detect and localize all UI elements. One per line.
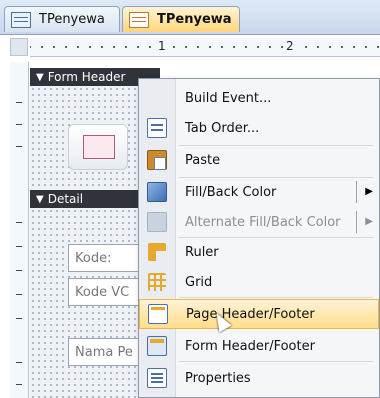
menu-item-label: Grid — [185, 274, 213, 290]
paste-icon — [147, 150, 167, 170]
menu-item-fill-back-color[interactable]: Fill/Back Color ▶ — [139, 177, 379, 207]
submenu-arrow-icon: ▶ — [365, 186, 373, 197]
document-tab-bar: TPenyewa TPenyewa — [0, 0, 380, 35]
menu-separator — [179, 297, 373, 298]
menu-item-label: Fill/Back Color — [185, 184, 277, 200]
menu-item-label: Form Header/Footer — [185, 338, 315, 354]
fill-color-icon — [147, 182, 167, 202]
detail-area[interactable]: Kode: Kode VC Nama Pe — [30, 208, 168, 398]
menu-item-label: Alternate Fill/Back Color — [185, 214, 341, 230]
horizontal-ruler: 1 2 — [30, 38, 380, 57]
tab-label: TPenyewa — [39, 12, 105, 27]
menu-item-page-header-footer[interactable]: Page Header/Footer — [139, 299, 379, 329]
ruler-corner-select[interactable] — [10, 38, 28, 56]
menu-item-tab-order[interactable]: Tab Order... — [139, 113, 379, 143]
form-icon — [129, 11, 149, 28]
collapse-arrow-icon: ▼ — [36, 71, 44, 83]
alternate-fill-color-icon — [147, 212, 167, 232]
menu-item-ruler[interactable]: Ruler — [139, 237, 379, 267]
form-header-footer-icon — [147, 336, 167, 356]
vertical-ruler — [10, 62, 29, 398]
tab-tpenyewa-table[interactable]: TPenyewa — [4, 6, 120, 32]
form-logo-image[interactable] — [68, 124, 128, 170]
section-title: Detail — [47, 192, 84, 206]
menu-item-build-event[interactable]: Build Event... — [139, 83, 379, 113]
collapse-arrow-icon: ▼ — [36, 193, 44, 205]
menu-item-grid[interactable]: Grid — [139, 267, 379, 297]
menu-item-alternate-fill-back-color[interactable]: Alternate Fill/Back Color ▶ — [139, 207, 379, 237]
menu-item-label: Properties — [185, 370, 251, 386]
form-header-area[interactable] — [30, 86, 140, 190]
tab-label: TPenyewa — [157, 12, 232, 27]
ruler-mark: 2 — [284, 39, 296, 53]
submenu-arrow-icon: ▶ — [365, 216, 373, 227]
menu-item-label: Paste — [185, 152, 221, 168]
menu-item-label: Tab Order... — [185, 120, 260, 136]
tab-tpenyewa-form[interactable]: TPenyewa — [122, 6, 240, 32]
menu-separator — [179, 361, 373, 362]
menu-item-form-header-footer[interactable]: Form Header/Footer — [139, 331, 379, 361]
grid-icon — [148, 273, 166, 291]
context-menu: Build Event... Tab Order... Paste Fill/B… — [138, 78, 380, 398]
menu-item-label: Page Header/Footer — [186, 306, 315, 322]
table-icon — [11, 11, 31, 28]
menu-item-label: Build Event... — [185, 90, 272, 106]
ruler-icon — [148, 243, 166, 261]
ruler-mark: 1 — [156, 39, 168, 53]
properties-icon — [147, 368, 167, 388]
tab-order-icon — [147, 118, 167, 138]
menu-item-label: Ruler — [185, 244, 219, 260]
page-header-footer-icon — [148, 304, 168, 324]
menu-item-properties[interactable]: Properties — [139, 363, 379, 393]
section-title: Form Header — [47, 70, 126, 84]
menu-item-paste[interactable]: Paste — [139, 145, 379, 175]
